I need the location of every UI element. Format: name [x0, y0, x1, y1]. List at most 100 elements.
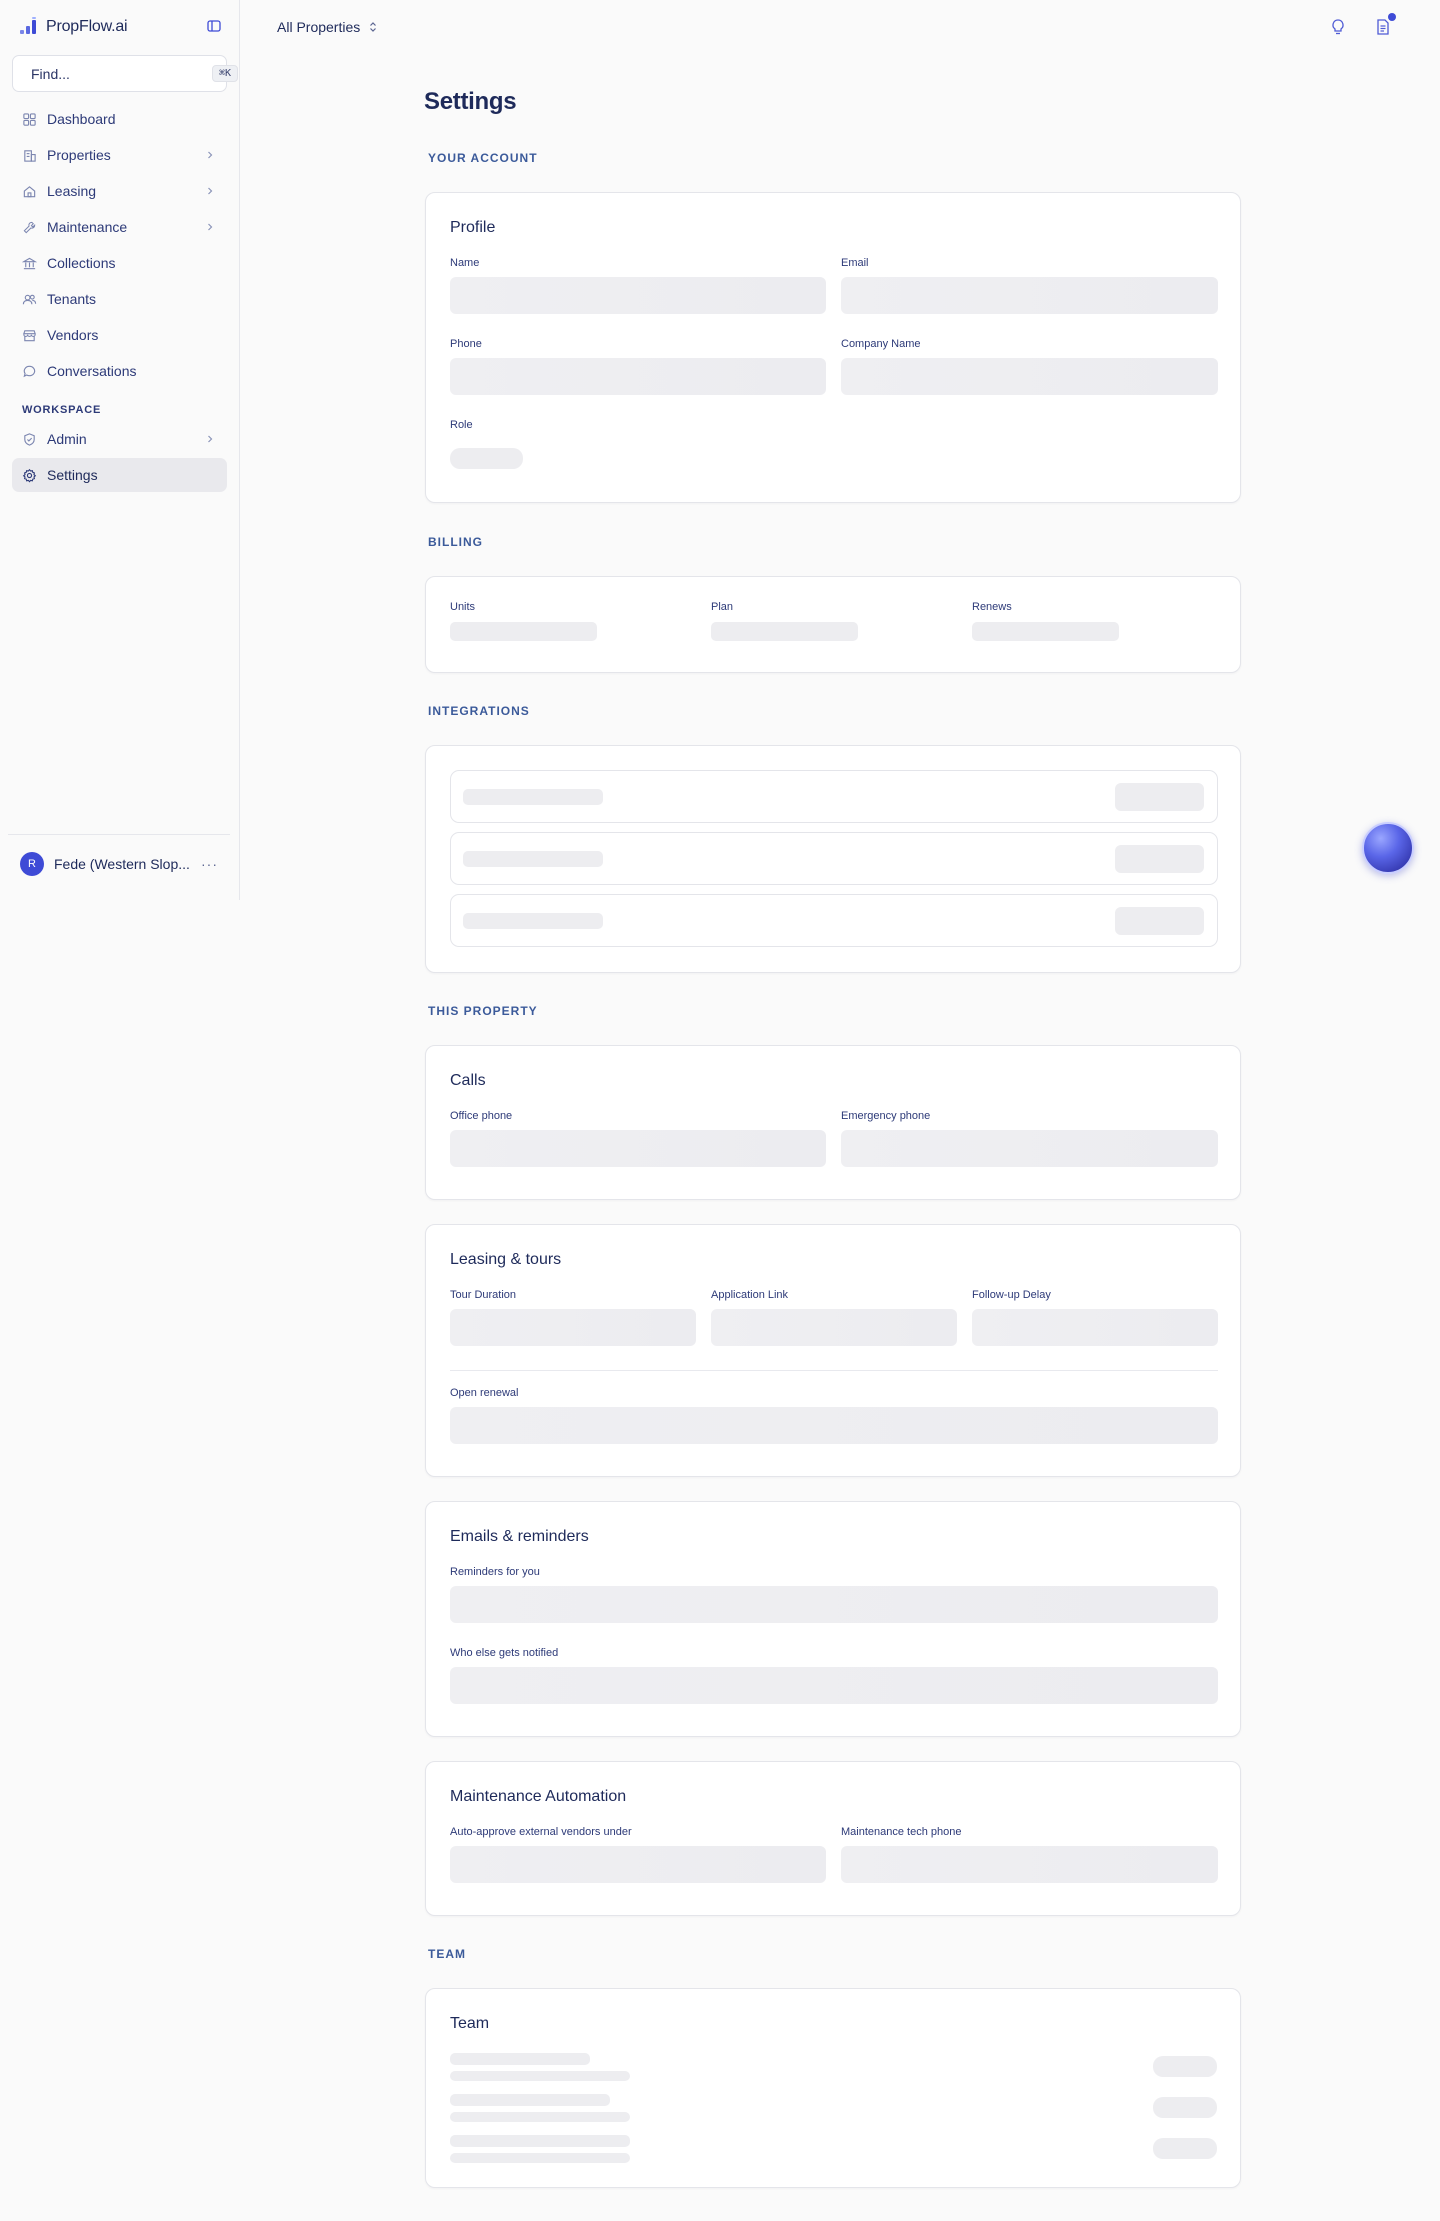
- maintenance-automation-card: Maintenance Automation Auto-approve exte…: [425, 1761, 1241, 1916]
- sidebar-item-tenants[interactable]: Tenants: [12, 282, 227, 316]
- gear-icon: [22, 468, 37, 483]
- field-label: Tour Duration: [450, 1289, 517, 1301]
- field-label: Application Link: [711, 1289, 789, 1301]
- phone-field-skeleton: [450, 358, 826, 395]
- integration-button-skeleton: [1115, 907, 1204, 935]
- field-label: Who else gets notified: [450, 1647, 559, 1659]
- profile-card: Profile Name Email Phone Company Name Ro…: [425, 192, 1241, 503]
- sidebar-item-label: Properties: [47, 147, 111, 163]
- section-integrations: INTEGRATIONS: [428, 704, 530, 718]
- workspace-section-label: WORKSPACE: [22, 404, 102, 416]
- chevron-right-icon: [208, 223, 213, 231]
- leasing-tours-card: Leasing & tours Tour Duration Applicatio…: [425, 1224, 1241, 1477]
- integration-name-skeleton: [463, 913, 603, 929]
- sidebar-item-properties[interactable]: Properties: [12, 138, 227, 172]
- sidebar-item-label: Dashboard: [47, 111, 116, 127]
- sidebar-item-label: Collections: [47, 255, 116, 271]
- field-label: Maintenance tech phone: [841, 1826, 962, 1838]
- card-title: Emails & reminders: [450, 1528, 589, 1545]
- brand[interactable]: PropFlow.ai: [20, 16, 128, 38]
- member-email-skeleton: [450, 2112, 630, 2122]
- find-search-box[interactable]: ⌘K: [12, 55, 239, 92]
- grid-icon: [23, 112, 36, 126]
- field-label: Role: [450, 419, 473, 431]
- integration-row: [450, 832, 1218, 885]
- propflow-logo-icon: [20, 17, 40, 37]
- property-selector[interactable]: All Properties: [277, 16, 378, 38]
- document-icon[interactable]: [1374, 18, 1392, 36]
- find-input[interactable]: [31, 65, 212, 82]
- application-link-skeleton: [711, 1309, 957, 1346]
- field-label: Reminders for you: [450, 1566, 540, 1578]
- card-title: Leasing & tours: [450, 1251, 562, 1268]
- user-account-row[interactable]: R Fede (Western Slop... ···: [8, 834, 230, 892]
- integration-button-skeleton: [1115, 783, 1204, 811]
- member-name-skeleton: [450, 2053, 590, 2065]
- sidebar-item-label: Tenants: [47, 291, 97, 307]
- field-label: Company Name: [841, 338, 921, 350]
- sidebar-item-label: Admin: [47, 431, 87, 447]
- sidebar-item-label: Settings: [47, 467, 98, 483]
- avatar: R: [20, 851, 44, 876]
- member-name-skeleton: [450, 2094, 610, 2106]
- section-your-account: YOUR ACCOUNT: [428, 151, 538, 165]
- member-role-skeleton: [1153, 2097, 1217, 2118]
- reminders-skeleton: [450, 1586, 1218, 1623]
- field-label: Follow-up Delay: [972, 1289, 1051, 1301]
- sidebar-collapse-icon[interactable]: [206, 18, 222, 34]
- auto-approve-skeleton: [450, 1846, 826, 1883]
- sidebar-item-label: Maintenance: [47, 219, 128, 235]
- sidebar: PropFlow.ai ⌘K Dashboard Properties Leas…: [0, 0, 240, 900]
- field-label: Units: [450, 601, 476, 613]
- more-options-icon[interactable]: ···: [201, 856, 218, 872]
- card-title: Maintenance Automation: [450, 1788, 627, 1805]
- notified-skeleton: [450, 1667, 1218, 1704]
- field-label: Auto-approve external vendors under: [450, 1826, 632, 1838]
- integration-row: [450, 894, 1218, 947]
- wrench-icon: [23, 221, 36, 233]
- billing-card: Units Plan Renews: [425, 576, 1241, 673]
- emergency-phone-skeleton: [841, 1130, 1218, 1167]
- chevron-up-down-icon: [370, 22, 377, 32]
- sidebar-item-admin[interactable]: Admin: [12, 422, 227, 456]
- tour-duration-skeleton: [450, 1309, 696, 1346]
- chevron-right-icon: [208, 187, 213, 195]
- company-field-skeleton: [841, 358, 1218, 395]
- sidebar-item-maintenance[interactable]: Maintenance: [12, 210, 227, 244]
- chevron-right-icon: [208, 151, 213, 159]
- sidebar-item-settings[interactable]: Settings: [12, 458, 227, 492]
- team-card: Team: [425, 1988, 1241, 2188]
- bank-icon: [22, 257, 37, 269]
- section-this-property: THIS PROPERTY: [428, 1004, 538, 1018]
- tech-phone-skeleton: [841, 1846, 1218, 1883]
- field-label: Office phone: [450, 1110, 513, 1122]
- email-field-skeleton: [841, 277, 1218, 314]
- sidebar-item-leasing[interactable]: Leasing: [12, 174, 227, 208]
- sidebar-item-label: Conversations: [47, 363, 137, 379]
- emails-reminders-card: Emails & reminders Reminders for you Who…: [425, 1501, 1241, 1737]
- chevron-right-icon: [208, 435, 213, 443]
- sidebar-nav: Dashboard Properties Leasing Maintenance…: [12, 102, 227, 494]
- user-name: Fede (Western Slop...: [54, 855, 190, 872]
- card-title: Team: [450, 2015, 490, 2032]
- shield-icon: [24, 432, 35, 446]
- integration-row: [450, 770, 1218, 823]
- ai-assistant-orb-button[interactable]: [1362, 822, 1414, 874]
- sidebar-item-dashboard[interactable]: Dashboard: [12, 102, 227, 136]
- integration-name-skeleton: [463, 851, 603, 867]
- field-label: Plan: [711, 601, 734, 613]
- card-title: Calls: [450, 1072, 486, 1089]
- sidebar-item-label: Vendors: [47, 327, 99, 343]
- sidebar-item-collections[interactable]: Collections: [12, 246, 227, 280]
- renews-skeleton: [972, 622, 1119, 641]
- sidebar-item-vendors[interactable]: Vendors: [12, 318, 227, 352]
- lightbulb-icon[interactable]: [1329, 18, 1347, 36]
- integrations-card: [425, 745, 1241, 973]
- member-name-skeleton: [450, 2135, 630, 2147]
- name-field-skeleton: [450, 277, 826, 314]
- open-renewal-skeleton: [450, 1407, 1218, 1444]
- role-badge-skeleton: [450, 448, 523, 469]
- section-team: TEAM: [428, 1947, 466, 1961]
- sidebar-item-conversations[interactable]: Conversations: [12, 354, 227, 388]
- field-label: Email: [841, 257, 869, 269]
